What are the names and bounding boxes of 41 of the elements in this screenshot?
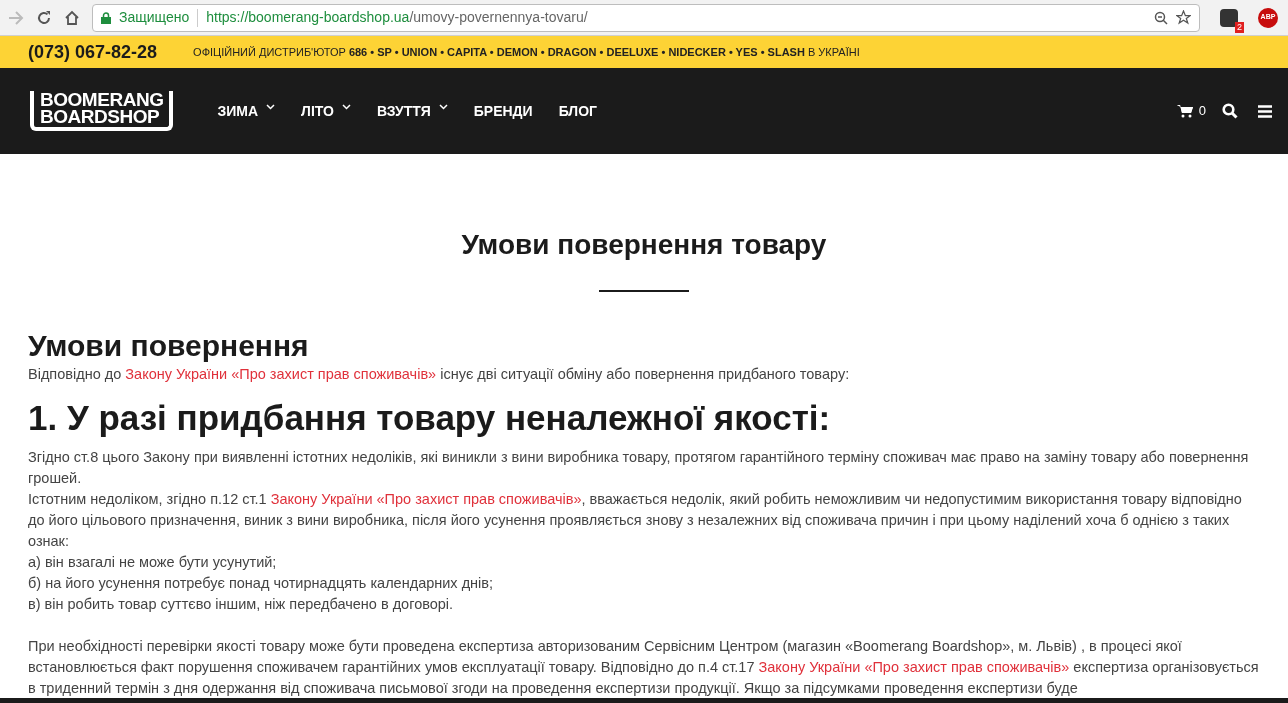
paragraph: Відповідно до Закону України «Про захист прав споживачів» існує дві ситуації обміну або повернення придбаного товару:: [28, 365, 851, 384]
paragraph: При необхідності перевірки якості товару може бути проведена експертиза авторизованим Сервісним Центром (магазин «Boomerang Boardshop», м. Львів) , в процесі якої встановлюється факт порушення споживачем гарантійних умов експлуатації товару. Відповідно до п.4 ст.17 Закону України «Про захист прав споживачів» експертиза організовується в триденний термін з дня одержання від споживача письмової згоди на проведення експертизи продукції. Якщо за підсумками проведення експертизи буде: [28, 637, 1260, 698]
nav-link[interactable]: БРЕНДИ: [473, 100, 533, 122]
home-icon[interactable]: [64, 9, 80, 26]
security-label: Защищено: [119, 8, 190, 27]
paragraph: Істотним недоліком, згідно п.12 ст.1 Закону України «Про захист прав споживачів», вважається недолік, який робить неможливим чи недопустимим використання товару відповідно до його цільового призначення, виник з вини виробника, після його усунення проявляється знову з незалежних від споживача причин і при цьому наділений хоча б однією з таких ознак:: [28, 490, 1243, 551]
notification-badge: 2: [1235, 21, 1244, 33]
nav-link[interactable]: ВЗУТТЯ: [376, 100, 448, 122]
nav-link[interactable]: БЛОГ: [558, 100, 597, 122]
logo-text: BOOMERANG: [40, 91, 164, 108]
star-icon[interactable]: [1176, 10, 1191, 25]
law-link[interactable]: Закону України «Про захист прав споживачів»: [125, 366, 437, 382]
law-link[interactable]: Закону України «Про захист прав споживачів»: [758, 659, 1070, 675]
cart-link[interactable]: 0: [1176, 101, 1206, 121]
page-title: Умови повернення товару: [460, 228, 828, 262]
distributor-text: ОФІЦІЙНИЙ ДИСТРИБ'ЮТОР 686 • SP • UNION • CAPITA • DEMON • DRAGON • DEELUXE • NIDECKER • YES • SLASH В УКРАЇНІ: [193, 44, 860, 60]
paragraph: Згідно ст.8 цього Закону при виявленні істотних недоліків, які виникли з вини виробника товару, протягом гарантійного терміну споживач має право на заміну товару або повернення грошей.: [28, 448, 1250, 488]
chevron-down-icon: [438, 104, 448, 110]
law-link[interactable]: Закону України «Про захист прав споживачів»: [270, 491, 582, 507]
chevron-down-icon: [266, 104, 276, 110]
phone-number[interactable]: (073) 067-82-28: [28, 38, 158, 66]
chevron-down-icon: [341, 104, 351, 110]
cart-count: 0: [1198, 102, 1206, 121]
logo-text: BOARDSHOP: [40, 108, 161, 125]
paragraph: а) він взагалі не може бути усунутий;: [28, 553, 278, 572]
nav-link[interactable]: ЛІТО: [301, 100, 351, 122]
paragraph: в) він робить товар суттєво іншим, ніж передбачено в договорі.: [28, 595, 455, 614]
logo[interactable]: BOOMERANG BOARDSHOP: [30, 91, 174, 131]
section-heading: Умови повернення: [28, 328, 310, 364]
lock-icon: [101, 11, 111, 24]
url-text: https://boomerang-boardshop.ua/umovy-povernennya-tovaru/: [206, 8, 589, 27]
zoom-out-icon[interactable]: [1154, 10, 1168, 25]
section-heading: 1. У разі придбання товару неналежної якості:: [28, 397, 832, 439]
menu-icon[interactable]: [1258, 104, 1272, 118]
cart-icon: [1176, 104, 1193, 118]
paragraph: б) на його усунення потребує понад чотирнадцять календарних днів;: [28, 574, 495, 593]
search-icon[interactable]: [1222, 103, 1238, 119]
reload-icon[interactable]: [36, 9, 52, 26]
extension-icon[interactable]: [1220, 8, 1238, 27]
nav-link[interactable]: ЗИМА: [217, 100, 276, 122]
address-bar[interactable]: Защищено https://boomerang-boardshop.ua/umovy-povernennya-tovaru/: [92, 3, 1200, 32]
